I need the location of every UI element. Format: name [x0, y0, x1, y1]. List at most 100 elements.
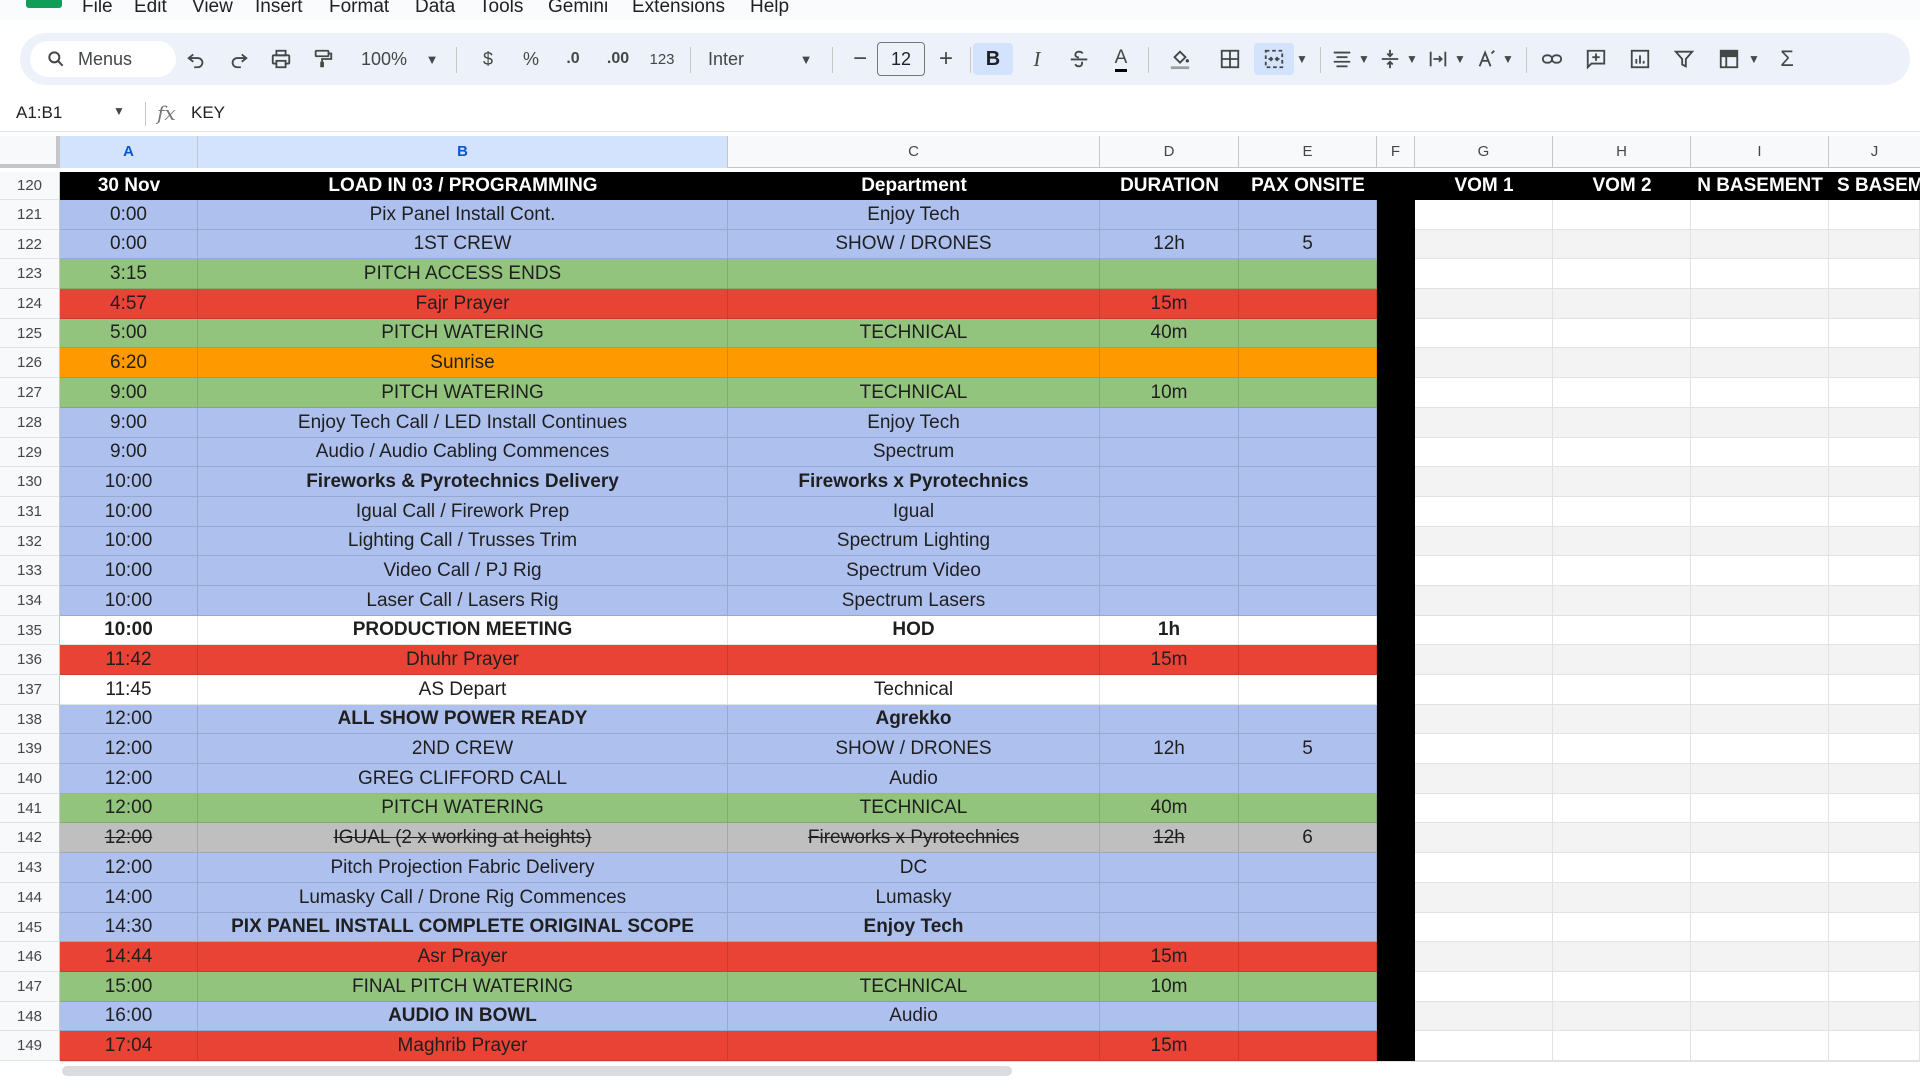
merge-chevron-down-icon[interactable]: ▼ — [1294, 43, 1310, 75]
cell-a[interactable]: 12:00 — [60, 794, 198, 823]
row-number[interactable]: 125 — [0, 319, 60, 348]
vertical-align-button[interactable] — [1376, 43, 1404, 75]
cell-c[interactable]: TECHNICAL — [728, 972, 1100, 1002]
row-number[interactable]: 131 — [0, 497, 60, 527]
cell-c[interactable]: Lumasky — [728, 883, 1100, 913]
cell-a[interactable]: 10:00 — [60, 616, 198, 645]
row-number[interactable]: 123 — [0, 259, 60, 289]
empty-cell[interactable] — [1829, 200, 1920, 230]
cell-f[interactable] — [1377, 616, 1415, 645]
empty-cell[interactable] — [1829, 230, 1920, 259]
cell-e[interactable] — [1239, 942, 1377, 972]
cell-a[interactable]: 3:15 — [60, 259, 198, 289]
empty-cell[interactable] — [1829, 556, 1920, 586]
empty-cell[interactable] — [1415, 794, 1553, 823]
row-number[interactable]: 126 — [0, 348, 60, 378]
cell-a[interactable]: 15:00 — [60, 972, 198, 1002]
empty-cell[interactable] — [1415, 616, 1553, 645]
empty-cell[interactable] — [1691, 705, 1829, 734]
cell-b[interactable]: PITCH WATERING — [198, 378, 728, 408]
sheets-logo-icon[interactable] — [26, 0, 62, 8]
cell-b[interactable]: AS Depart — [198, 675, 728, 705]
cell-b[interactable]: Igual Call / Firework Prep — [198, 497, 728, 527]
cell-c[interactable]: Spectrum — [728, 438, 1100, 467]
row-number[interactable]: 141 — [0, 794, 60, 823]
cell-e[interactable] — [1239, 972, 1377, 1002]
empty-cell[interactable] — [1553, 527, 1691, 556]
empty-cell[interactable] — [1691, 378, 1829, 408]
cell-c[interactable]: Enjoy Tech — [728, 200, 1100, 230]
text-color-button[interactable]: A — [1104, 43, 1138, 75]
cell-f[interactable] — [1377, 378, 1415, 408]
paint-format-button[interactable] — [307, 43, 339, 75]
text-rotation-button[interactable] — [1472, 43, 1500, 75]
menu-extensions[interactable]: Extensions — [632, 0, 725, 18]
cell-d[interactable] — [1100, 764, 1239, 794]
empty-cell[interactable] — [1691, 1002, 1829, 1031]
empty-cell[interactable] — [1691, 408, 1829, 438]
zoom-chevron-down-icon[interactable]: ▼ — [422, 43, 442, 75]
fill-color-button[interactable] — [1160, 43, 1200, 75]
cell-d[interactable] — [1100, 1002, 1239, 1031]
header-f-cell[interactable] — [1377, 172, 1415, 200]
increase-decimal-button[interactable]: .00 — [598, 43, 638, 75]
filter-views-chevron-down-icon[interactable]: ▼ — [1746, 43, 1762, 75]
cell-d[interactable] — [1100, 497, 1239, 527]
cell-f[interactable] — [1377, 259, 1415, 289]
cell-c[interactable]: Spectrum Video — [728, 556, 1100, 586]
cell-b[interactable]: Enjoy Tech Call / LED Install Continues — [198, 408, 728, 438]
cell-f[interactable] — [1377, 705, 1415, 734]
cell-d[interactable] — [1100, 467, 1239, 497]
column-header-j[interactable]: J — [1829, 136, 1920, 168]
menu-edit[interactable]: Edit — [134, 0, 167, 18]
empty-cell[interactable] — [1691, 586, 1829, 616]
cell-d[interactable]: 12h — [1100, 734, 1239, 764]
cell-b[interactable]: Lighting Call / Trusses Trim — [198, 527, 728, 556]
cell-c[interactable]: Technical — [728, 675, 1100, 705]
cell-f[interactable] — [1377, 853, 1415, 883]
row-number[interactable]: 138 — [0, 705, 60, 734]
cell-c[interactable]: Enjoy Tech — [728, 913, 1100, 942]
cell-f[interactable] — [1377, 942, 1415, 972]
empty-cell[interactable] — [1829, 348, 1920, 378]
cell-f[interactable] — [1377, 1031, 1415, 1061]
cell-c[interactable]: SHOW / DRONES — [728, 734, 1100, 764]
cell-b[interactable]: Fajr Prayer — [198, 289, 728, 319]
header-duration-cell[interactable]: DURATION — [1100, 172, 1239, 200]
merge-cells-button[interactable] — [1254, 43, 1294, 75]
row-number[interactable]: 139 — [0, 734, 60, 764]
row-number[interactable]: 137 — [0, 675, 60, 705]
cell-f[interactable] — [1377, 675, 1415, 705]
filter-button[interactable] — [1667, 43, 1701, 75]
empty-cell[interactable] — [1691, 527, 1829, 556]
column-header-h[interactable]: H — [1553, 136, 1691, 168]
horizontal-align-button[interactable] — [1328, 43, 1356, 75]
empty-cell[interactable] — [1829, 705, 1920, 734]
cell-d[interactable]: 12h — [1100, 230, 1239, 259]
empty-cell[interactable] — [1829, 913, 1920, 942]
cell-a[interactable]: 12:00 — [60, 823, 198, 853]
insert-chart-button[interactable] — [1623, 43, 1657, 75]
cell-f[interactable] — [1377, 913, 1415, 942]
empty-cell[interactable] — [1415, 467, 1553, 497]
empty-cell[interactable] — [1691, 259, 1829, 289]
empty-cell[interactable] — [1553, 1031, 1691, 1061]
cell-c[interactable] — [728, 259, 1100, 289]
empty-cell[interactable] — [1553, 586, 1691, 616]
empty-cell[interactable] — [1829, 675, 1920, 705]
number-format-button[interactable]: 123 — [645, 43, 679, 75]
cell-b[interactable]: 2ND CREW — [198, 734, 728, 764]
empty-cell[interactable] — [1829, 408, 1920, 438]
redo-button[interactable] — [223, 43, 255, 75]
cell-c[interactable]: Enjoy Tech — [728, 408, 1100, 438]
cell-c[interactable]: Audio — [728, 764, 1100, 794]
cell-a[interactable]: 14:30 — [60, 913, 198, 942]
cell-c[interactable]: TECHNICAL — [728, 378, 1100, 408]
cell-d[interactable]: 12h — [1100, 823, 1239, 853]
empty-cell[interactable] — [1829, 319, 1920, 348]
empty-cell[interactable] — [1829, 527, 1920, 556]
halign-chevron-down-icon[interactable]: ▼ — [1356, 43, 1372, 75]
empty-cell[interactable] — [1691, 556, 1829, 586]
cell-e[interactable] — [1239, 883, 1377, 913]
empty-cell[interactable] — [1829, 259, 1920, 289]
